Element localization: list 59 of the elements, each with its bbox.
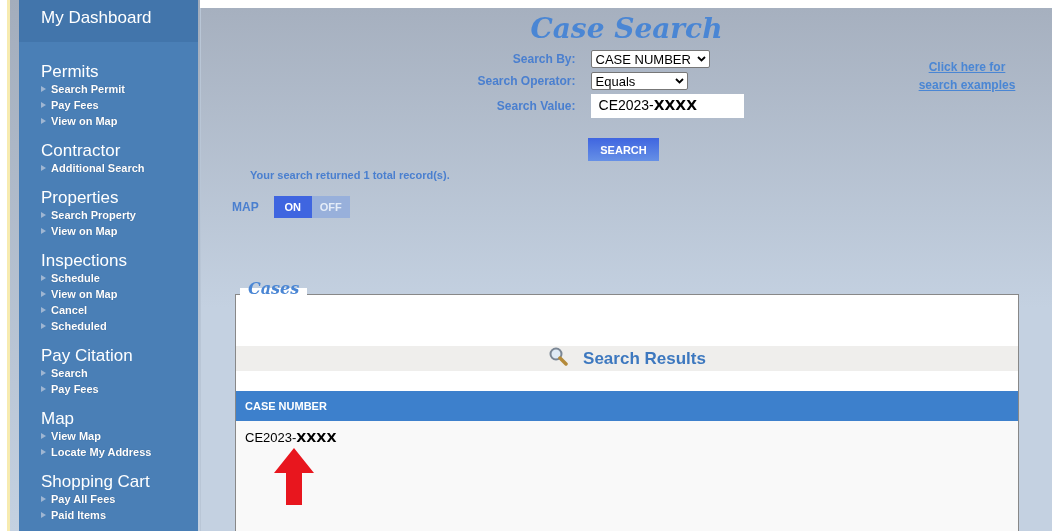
cases-legend: Cases [240,279,308,298]
sidebar-link[interactable]: View on Map [41,223,118,239]
sidebar-link[interactable]: View on Map [41,113,118,129]
table-cell: CE2023-XXXX [245,430,337,445]
section-heading: Map [41,409,75,428]
field-label: Search By: [512,52,576,66]
sidebar-link[interactable]: View Map [41,428,101,444]
triangle-icon [41,449,46,455]
dropdown[interactable]: Equals [590,72,688,90]
triangle-icon [41,212,46,218]
section-heading: Properties [41,188,119,207]
section-heading: Shopping Cart [41,472,150,491]
arrow-icon [274,448,314,505]
sidebar-title: My Dashboard [19,0,198,42]
sidebar-link[interactable]: Locate My Address [41,444,152,460]
triangle-icon [41,496,46,502]
triangle-icon [41,512,46,518]
result-message: Your search returned 1 total record(s). [250,169,451,181]
section-heading: Inspections [41,251,127,270]
page-title: Case Search [530,13,723,45]
triangle-icon [41,291,46,297]
chevron-down-icon [696,56,706,62]
map-label: MAP [232,200,259,214]
column-header[interactable]: CASE NUMBER [236,391,1018,421]
sidebar-link[interactable]: Schedule [41,270,100,286]
triangle-icon [41,228,46,234]
section-heading: Contractor [41,141,121,160]
sidebar-link[interactable]: Search Permit [41,81,125,97]
sidebar-link[interactable]: Search Property [41,207,136,223]
sidebar-link[interactable]: Pay Fees [41,381,99,397]
sidebar-link[interactable]: Search [41,365,88,381]
sidebar-link[interactable]: Cancel [41,302,88,318]
triangle-icon [41,323,46,329]
toggle-option[interactable]: ON [273,196,312,218]
sidebar-link[interactable]: Additional Search [41,160,145,176]
sidebar-link[interactable]: Scheduled [41,318,107,334]
triangle-icon [41,102,46,108]
triangle-icon [41,165,46,171]
input-field[interactable]: CE2023-XXXX [590,94,744,118]
triangle-icon [41,307,46,313]
results-title: Search Results [583,348,706,369]
triangle-icon [41,86,46,92]
dropdown[interactable]: CASE NUMBER [590,50,710,68]
sidebar-link[interactable]: Paid Items [41,507,107,523]
section-heading: Pay Citation [41,346,133,365]
triangle-icon [41,118,46,124]
sidebar-link[interactable]: Pay Fees [41,97,99,113]
magnifier-icon [548,345,569,366]
triangle-icon [41,370,46,376]
sidebar-link[interactable]: Pay All Fees [41,491,116,507]
section-heading: Permits [41,62,99,81]
sidebar-link[interactable]: View on Map [41,286,118,302]
search-button[interactable]: SEARCH [588,138,659,161]
field-label: Search Operator: [477,74,576,88]
field-label: Search Value: [496,99,576,113]
triangle-icon [41,386,46,392]
chevron-down-icon [674,78,684,84]
triangle-icon [41,275,46,281]
triangle-icon [41,433,46,439]
